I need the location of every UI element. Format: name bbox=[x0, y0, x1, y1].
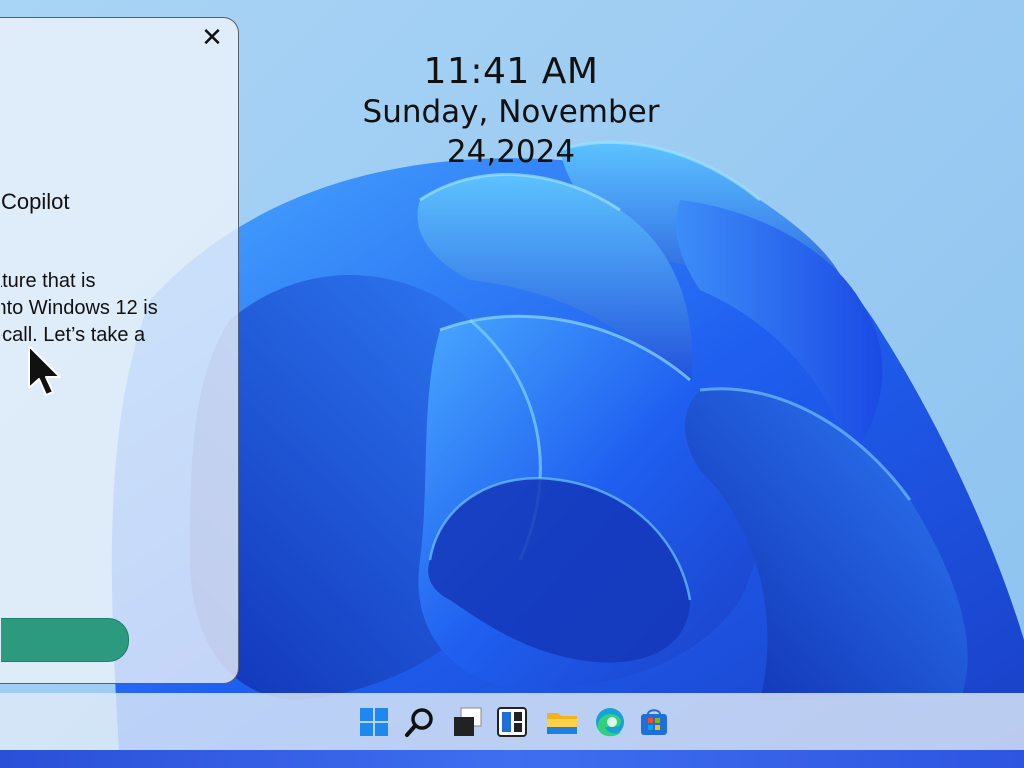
microsoft-store-icon[interactable] bbox=[637, 705, 671, 739]
clock-time: 11:41 AM bbox=[423, 51, 599, 92]
panel-title: Copilot bbox=[1, 189, 70, 214]
taskbar bbox=[0, 693, 1024, 750]
panel-body-line: ature that is bbox=[1, 270, 96, 292]
panel-body-line: into Windows 12 is bbox=[1, 297, 158, 319]
task-view-icon[interactable] bbox=[451, 705, 485, 739]
search-icon[interactable] bbox=[403, 705, 437, 739]
desktop: 11:41 AM Sunday, November 24,2024 ✕ Copi… bbox=[0, 0, 1024, 768]
clock-date: Sunday, November 24,2024 bbox=[362, 94, 660, 170]
file-explorer-icon[interactable] bbox=[545, 705, 579, 739]
mouse-cursor-icon bbox=[28, 345, 61, 396]
wallpaper-bottom-strip bbox=[0, 750, 1024, 768]
windows-start-icon[interactable] bbox=[357, 705, 391, 739]
lock-clock: 11:41 AM Sunday, November 24,2024 bbox=[296, 50, 726, 172]
widgets-icon[interactable] bbox=[495, 705, 529, 739]
panel-action-button[interactable] bbox=[1, 618, 129, 662]
edge-browser-icon[interactable] bbox=[593, 705, 627, 739]
